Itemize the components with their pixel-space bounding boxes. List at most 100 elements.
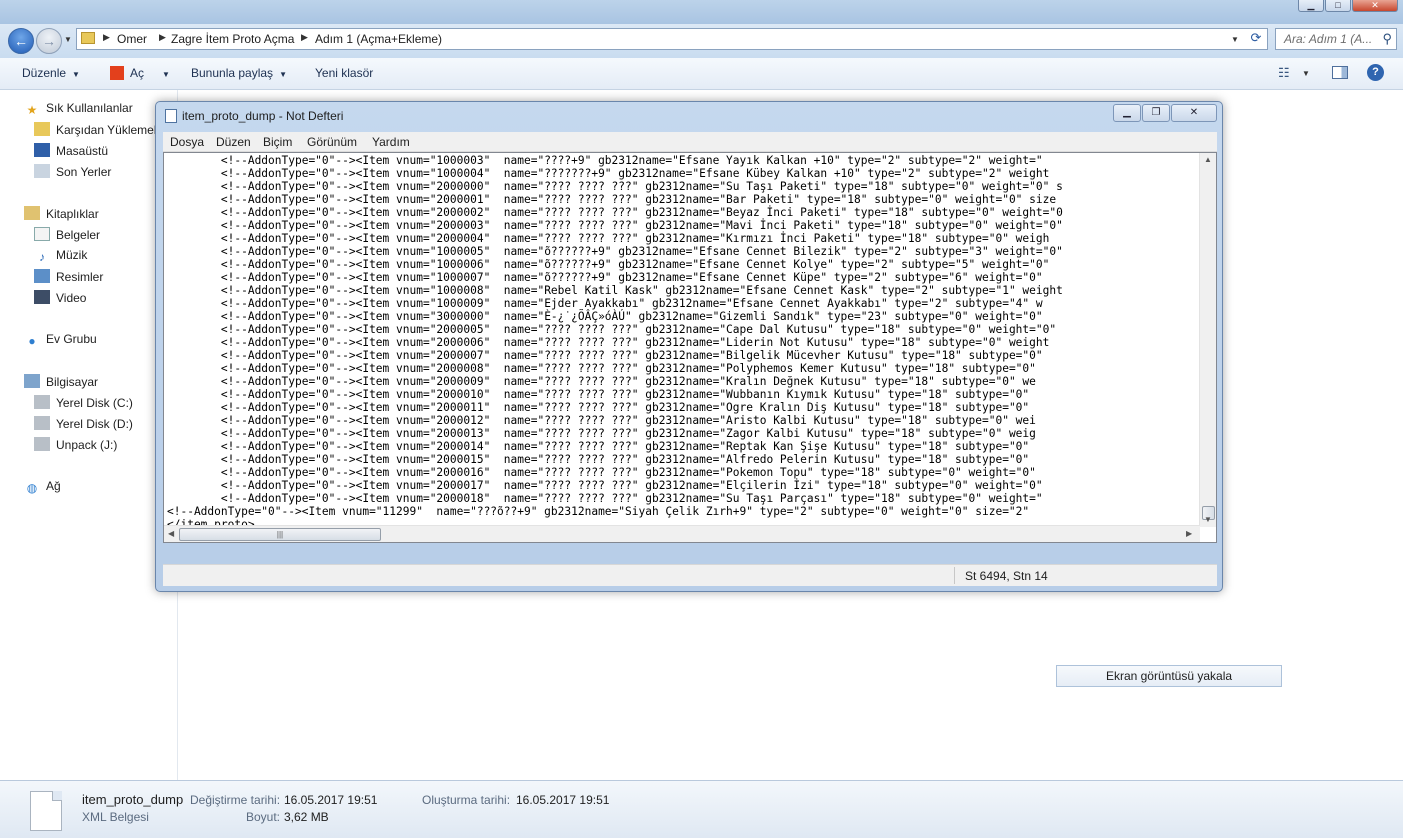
details-created-value: 16.05.2017 19:51 (516, 793, 610, 807)
sidebar-item-libraries[interactable]: Kitaplıklar (24, 206, 99, 224)
command-bar: Düzenle ▼ Aç ▼ Bununla paylaş ▼ Yeni klasör… (0, 58, 1403, 90)
sidebar-item-homegroup[interactable]: ● Ev Grubu (24, 332, 96, 350)
text-line: <!--AddonType="0"--><Item vnum="2000002"… (167, 206, 1063, 219)
text-line: <!--AddonType="0"--><Item vnum="1000007"… (167, 271, 1043, 284)
breadcrumb-adim[interactable]: Adım 1 (Açma+Ekleme) (315, 32, 442, 46)
text-line: <!--AddonType="0"--><Item vnum="2000011"… (167, 401, 1030, 414)
documents-icon (34, 227, 50, 241)
horizontal-scroll-thumb[interactable]: ||| (179, 528, 381, 541)
search-icon[interactable]: ⚲ (1382, 31, 1392, 47)
homegroup-icon: ● (28, 334, 36, 348)
scroll-left-arrow-icon[interactable]: ◀ (168, 529, 174, 538)
sidebar-item-disk-d[interactable]: Yerel Disk (D:) (34, 416, 133, 434)
new-folder-button[interactable]: Yeni klasör (315, 66, 373, 80)
menu-file[interactable]: Dosya (170, 135, 204, 149)
text-line: <!--AddonType="0"--><Item vnum="1000009"… (167, 297, 1043, 310)
menu-edit[interactable]: Düzen (216, 135, 251, 149)
vertical-scrollbar[interactable]: ▲ ▼ (1199, 153, 1216, 527)
notepad-text-area[interactable]: <!--AddonType="0"--><Item vnum="1000003"… (163, 152, 1217, 543)
disk-icon (34, 416, 50, 430)
notepad-maximize-button[interactable]: ❐ (1142, 104, 1170, 122)
menu-format[interactable]: Biçim (263, 135, 292, 149)
screenshot-button[interactable]: Ekran görüntüsü yakala (1056, 665, 1282, 687)
details-modified-value: 16.05.2017 19:51 (284, 793, 378, 807)
scroll-down-arrow-icon[interactable]: ▼ (1204, 515, 1212, 524)
sidebar-item-favorites[interactable]: ★ Sık Kullanılanlar (24, 101, 133, 119)
libraries-icon (24, 206, 40, 220)
sidebar-item-music[interactable]: ♪ Müzik (34, 248, 87, 266)
details-pane: item_proto_dump XML Belgesi Değiştirme t… (0, 780, 1403, 838)
text-line: <!--AddonType="0"--><Item vnum="1000008"… (167, 284, 1063, 297)
text-line: <!--AddonType="0"--><Item vnum="2000014"… (167, 440, 1030, 453)
notepad-window: item_proto_dump - Not Defteri ▁ ❐ ✕ Dosy… (155, 101, 1223, 592)
forward-button[interactable]: → (36, 28, 62, 54)
breadcrumb-zagre[interactable]: Zagre İtem Proto Açma (171, 32, 294, 46)
text-line: <!--AddonType="0"--><Item vnum="2000016"… (167, 466, 1036, 479)
menu-help[interactable]: Yardım (372, 135, 410, 149)
text-line: <!--AddonType="0"--><Item vnum="2000003"… (167, 219, 1063, 232)
breadcrumb-separator: ▶ (103, 32, 110, 42)
history-dropdown-icon[interactable]: ▼ (64, 35, 72, 44)
sidebar-item-pictures[interactable]: Resimler (34, 269, 103, 287)
preview-pane-icon[interactable] (1332, 66, 1348, 79)
office-icon (110, 66, 124, 80)
text-line: <!--AddonType="0"--><Item vnum="2000013"… (167, 427, 1036, 440)
notepad-close-button[interactable]: ✕ (1171, 104, 1217, 122)
navigation-pane: ★ Sık Kullanılanlar Karşıdan Yüklemeler M… (0, 90, 178, 780)
text-line: <!--AddonType="0"--><Item vnum="1000006"… (167, 258, 1050, 271)
refresh-button[interactable]: ⟳ (1246, 30, 1266, 48)
sidebar-item-desktop[interactable]: Masaüstü (34, 143, 108, 161)
refresh-icon: ⟳ (1250, 30, 1262, 45)
sidebar-item-downloads[interactable]: Karşıdan Yüklemeler (34, 122, 167, 140)
details-filename: item_proto_dump (82, 792, 184, 807)
help-icon[interactable]: ? (1367, 64, 1384, 81)
text-line: <!--AddonType="0"--><Item vnum="2000018"… (167, 492, 1043, 505)
text-line: <!--AddonType="0"--><Item vnum="2000015"… (167, 453, 1030, 466)
chevron-down-icon[interactable]: ▼ (1302, 69, 1310, 78)
text-line: <!--AddonType="0"--><Item vnum="2000012"… (167, 414, 1036, 427)
open-button[interactable]: Aç ▼ (110, 66, 170, 80)
text-line: <!--AddonType="0"--><Item vnum="1000005"… (167, 245, 1063, 258)
sidebar-item-recent[interactable]: Son Yerler (34, 164, 111, 182)
maximize-button[interactable]: □ (1325, 0, 1351, 12)
details-created-label: Oluşturma tarihi: (422, 793, 511, 807)
chevron-down-icon: ▼ (72, 70, 80, 79)
share-button[interactable]: Bununla paylaş ▼ (191, 66, 287, 80)
notepad-statusbar: St 6494, Stn 14 (163, 564, 1217, 586)
downloads-folder-icon (34, 122, 50, 136)
view-options-icon[interactable]: ☷ (1278, 65, 1290, 81)
sidebar-item-network[interactable]: ◍ Ağ (24, 479, 61, 497)
sidebar-item-disk-c[interactable]: Yerel Disk (C:) (34, 395, 133, 413)
sidebar-item-computer[interactable]: Bilgisayar (24, 374, 98, 392)
organize-button[interactable]: Düzenle ▼ (22, 66, 80, 80)
menu-view[interactable]: Görünüm (307, 135, 357, 149)
back-button[interactable]: ← (8, 28, 34, 54)
computer-icon (24, 374, 40, 388)
horizontal-scrollbar[interactable]: ◀ ||| ▶ (164, 525, 1200, 542)
cursor-position: St 6494, Stn 14 (965, 569, 1048, 583)
recent-places-icon (34, 164, 50, 178)
text-line: <!--AddonType="0"--><Item vnum="1000003"… (167, 154, 1043, 167)
scroll-up-arrow-icon[interactable]: ▲ (1204, 155, 1212, 164)
desktop-icon (34, 143, 50, 157)
text-content: <!--AddonType="0"--><Item vnum="1000003"… (167, 154, 1187, 536)
text-line: <!--AddonType="0"--><Item vnum="2000001"… (167, 193, 1057, 206)
back-arrow-icon: ← (14, 33, 28, 49)
notepad-icon (165, 109, 177, 123)
search-input[interactable]: Ara: Adım 1 (A... ⚲ (1275, 28, 1397, 50)
address-bar[interactable]: ▶ Omer ▶ Zagre İtem Proto Açma ▶ Adım 1 … (76, 28, 1268, 50)
chevron-down-icon: ▼ (279, 70, 287, 79)
scroll-right-arrow-icon[interactable]: ▶ (1186, 529, 1192, 538)
text-line: <!--AddonType="0"--><Item vnum="2000006"… (167, 336, 1050, 349)
sidebar-item-video[interactable]: Video (34, 290, 86, 308)
minimize-button[interactable]: ▁ (1298, 0, 1324, 12)
sidebar-item-disk-j[interactable]: Unpack (J:) (34, 437, 117, 455)
sidebar-item-documents[interactable]: Belgeler (34, 227, 100, 245)
address-dropdown-icon[interactable]: ▼ (1231, 35, 1239, 44)
breadcrumb-omer[interactable]: Omer (117, 32, 147, 46)
video-icon (34, 290, 50, 304)
text-line: <!--AddonType="0"--><Item vnum="2000010"… (167, 388, 1030, 401)
close-button[interactable]: ✕ (1352, 0, 1398, 12)
text-line: <!--AddonType="0"--><Item vnum="2000005"… (167, 323, 1057, 336)
notepad-minimize-button[interactable]: ▁ (1113, 104, 1141, 122)
